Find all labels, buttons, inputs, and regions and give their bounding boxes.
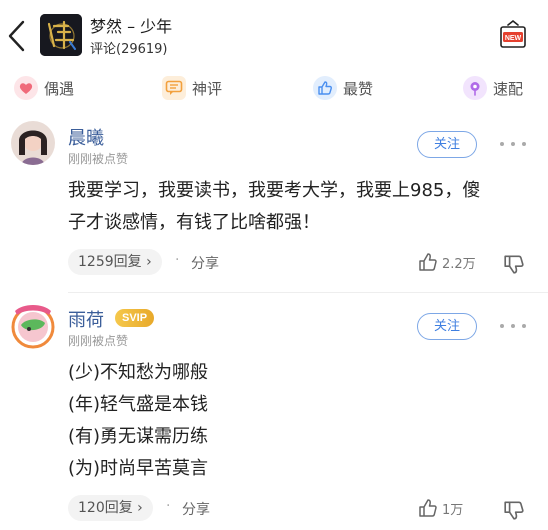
thumb-down-icon[interactable] <box>503 253 525 275</box>
header: 梦然 – 少年 评论(29619) NEW <box>0 0 548 68</box>
more-options-icon[interactable] <box>500 139 526 149</box>
follow-button[interactable]: 关注 <box>417 313 477 340</box>
comment-line: (有)勇无谋需历练 <box>68 426 209 447</box>
tab-label: 速配 <box>493 79 524 98</box>
user-name[interactable]: 晨曦 <box>68 124 104 150</box>
reply-count: 120回复 <box>78 500 133 516</box>
tab-label: 偶遇 <box>44 79 75 98</box>
tab-label: 最赞 <box>343 79 374 98</box>
chevron-right-icon: › <box>141 254 152 270</box>
separator-dot: · <box>166 498 171 514</box>
separator-dot: · <box>175 252 180 268</box>
tab-most-liked[interactable]: 最赞 <box>313 68 373 108</box>
reply-count-button[interactable]: 1259回复 › <box>68 249 162 275</box>
heart-icon <box>14 76 38 100</box>
new-badge-text: NEW <box>505 35 522 42</box>
like-status: 刚刚被点赞 <box>68 334 129 348</box>
comment-line: (年)轻气盛是本钱 <box>68 394 209 415</box>
filter-tabs: 偶遇 神评 最赞 速配 <box>0 68 548 108</box>
tab-label: 神评 <box>192 79 223 98</box>
thumb-down-icon[interactable] <box>503 499 525 521</box>
album-cover[interactable] <box>40 14 82 56</box>
like-button[interactable]: 1万 <box>418 498 463 518</box>
song-title: 梦然 – 少年 <box>90 17 173 36</box>
comment-line: 我要学习，我要读书，我要考大学，我要上985，傻 <box>68 180 481 201</box>
reply-count: 1259回复 <box>78 254 142 270</box>
reply-count-button[interactable]: 120回复 › <box>68 495 153 521</box>
comment-line: 子才谈感情，有钱了比啥都强！ <box>68 212 320 233</box>
pin-icon <box>463 76 487 100</box>
thumb-up-icon <box>419 499 437 517</box>
follow-button[interactable]: 关注 <box>417 131 477 158</box>
tab-quick-match[interactable]: 速配 <box>463 68 523 108</box>
user-name[interactable]: 雨荷 <box>68 306 104 332</box>
share-button[interactable]: 分享 <box>191 253 219 273</box>
comment-line: (少)不知愁为哪般 <box>68 362 209 383</box>
thumb-up-icon <box>313 76 337 100</box>
like-count: 2.2万 <box>442 256 476 272</box>
chevron-right-icon: › <box>132 500 143 516</box>
like-button[interactable]: 2.2万 <box>418 252 476 272</box>
share-button[interactable]: 分享 <box>182 499 210 519</box>
more-options-icon[interactable] <box>500 321 526 331</box>
comment-content: 我要学习，我要读书，我要考大学，我要上985，傻 子才谈感情，有钱了比啥都强！ <box>68 175 528 239</box>
like-count: 1万 <box>442 502 464 518</box>
tab-top-comments[interactable]: 神评 <box>162 68 222 108</box>
comment-count: 评论(29619) <box>90 42 168 57</box>
divider <box>68 292 548 293</box>
tab-encounter[interactable]: 偶遇 <box>14 68 74 108</box>
like-status: 刚刚被点赞 <box>68 152 129 166</box>
avatar[interactable] <box>9 301 57 349</box>
new-gift-icon[interactable]: NEW <box>499 19 527 49</box>
comment-line: (为)时尚早苦莫言 <box>68 458 209 479</box>
comment-content: (少)不知愁为哪般 (年)轻气盛是本钱 (有)勇无谋需历练 (为)时尚早苦莫言 <box>68 357 528 485</box>
comment-bubble-icon <box>162 76 186 100</box>
back-icon[interactable] <box>6 19 28 53</box>
avatar[interactable] <box>11 121 55 165</box>
svip-badge: SVIP <box>115 309 155 327</box>
thumb-up-icon <box>419 253 437 271</box>
